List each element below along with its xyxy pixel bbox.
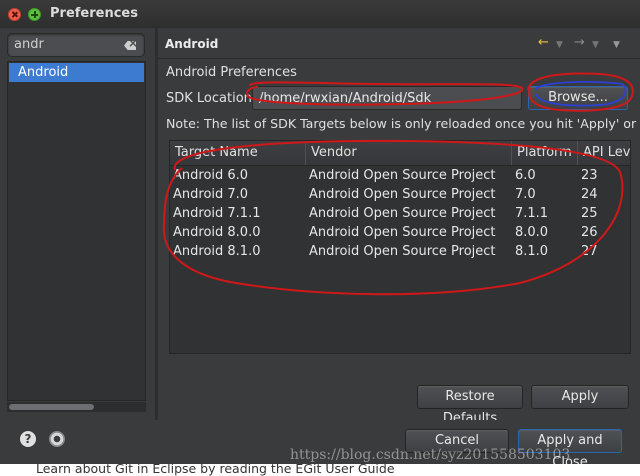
- background-page-text: Learn about Git in Eclipse by reading th…: [36, 464, 395, 476]
- tree-scrollbar[interactable]: [7, 402, 146, 412]
- column-header-target-name[interactable]: Target Name: [170, 141, 306, 165]
- title-bar: Preferences: [0, 0, 640, 29]
- apply-button[interactable]: Apply: [531, 385, 629, 409]
- cell-api-level: 27: [581, 244, 598, 259]
- apply-label: Apply: [561, 389, 599, 404]
- browse-button-label: Browse...: [548, 90, 608, 105]
- cell-target-name: Android 8.1.0: [173, 244, 261, 259]
- open-link-icon[interactable]: [49, 431, 65, 447]
- window-title: Preferences: [50, 6, 138, 21]
- sdk-note: Note: The list of SDK Targets below is o…: [166, 116, 640, 131]
- view-menu-icon[interactable]: ▼: [613, 38, 620, 52]
- help-icon[interactable]: ?: [20, 431, 36, 447]
- section-title: Android Preferences: [166, 65, 297, 80]
- cell-platform: 8.1.0: [515, 244, 549, 259]
- cell-vendor: Android Open Source Project: [309, 206, 496, 221]
- cell-vendor: Android Open Source Project: [309, 244, 496, 259]
- cell-vendor: Android Open Source Project: [309, 168, 496, 183]
- browse-button[interactable]: Browse...: [528, 86, 628, 110]
- sidebar: Android: [0, 28, 155, 420]
- preferences-window: Preferences Android Android ← ▼ → ▼ ▼ An…: [0, 0, 640, 476]
- sdk-targets-table: Target Name Vendor Platform API Level An…: [169, 140, 631, 354]
- scrollbar-thumb[interactable]: [9, 404, 94, 410]
- cell-platform: 7.0: [515, 187, 536, 202]
- cell-api-level: 25: [581, 206, 598, 221]
- restore-defaults-button[interactable]: Restore Defaults: [417, 385, 523, 426]
- table-row[interactable]: Android 8.1.0 Android Open Source Projec…: [170, 242, 630, 261]
- tree-item-android[interactable]: Android: [9, 63, 144, 82]
- cell-target-name: Android 7.1.1: [173, 206, 261, 221]
- table-header: Target Name Vendor Platform API Level: [170, 141, 630, 166]
- page-title: Android: [165, 37, 219, 51]
- back-dropdown-icon[interactable]: ▼: [556, 38, 563, 52]
- column-header-api-level[interactable]: API Level: [578, 141, 630, 165]
- sdk-location-label: SDK Location:: [166, 91, 257, 106]
- close-window-button[interactable]: [8, 8, 21, 21]
- forward-dropdown-icon[interactable]: ▼: [592, 38, 599, 52]
- cell-platform: 8.0.0: [515, 225, 549, 240]
- cell-vendor: Android Open Source Project: [309, 225, 496, 240]
- background-page-strip: Learn about Git in Eclipse by reading th…: [0, 464, 640, 476]
- table-row[interactable]: Android 7.0 Android Open Source Project …: [170, 185, 630, 204]
- cell-target-name: Android 8.0.0: [173, 225, 261, 240]
- forward-arrow-icon[interactable]: →: [574, 36, 585, 50]
- page-header: Android ← ▼ → ▼ ▼: [158, 28, 640, 59]
- sdk-location-input[interactable]: [259, 91, 514, 106]
- table-row[interactable]: Android 6.0 Android Open Source Project …: [170, 166, 630, 185]
- preference-page: Android Preferences SDK Location: Browse…: [158, 59, 640, 426]
- column-header-platform[interactable]: Platform: [512, 141, 578, 165]
- cancel-label: Cancel: [434, 433, 480, 448]
- cell-api-level: 23: [581, 168, 598, 183]
- table-row[interactable]: Android 7.1.1 Android Open Source Projec…: [170, 204, 630, 223]
- filter-box: [7, 33, 145, 57]
- table-row[interactable]: Android 8.0.0 Android Open Source Projec…: [170, 223, 630, 242]
- preference-tree: Android: [7, 61, 146, 401]
- cell-platform: 7.1.1: [515, 206, 549, 221]
- cell-vendor: Android Open Source Project: [309, 187, 496, 202]
- sdk-location-field: [252, 86, 522, 110]
- cell-platform: 6.0: [515, 168, 536, 183]
- clear-filter-icon[interactable]: [124, 41, 136, 50]
- cell-api-level: 24: [581, 187, 598, 202]
- cell-target-name: Android 7.0: [173, 187, 249, 202]
- watermark: https://blog.csdn.net/syz201558503103: [290, 447, 571, 463]
- back-arrow-icon[interactable]: ←: [538, 36, 549, 50]
- cell-target-name: Android 6.0: [173, 168, 249, 183]
- maximize-window-button[interactable]: [28, 8, 41, 21]
- column-header-vendor[interactable]: Vendor: [306, 141, 512, 165]
- filter-input[interactable]: [14, 37, 114, 52]
- cell-api-level: 26: [581, 225, 598, 240]
